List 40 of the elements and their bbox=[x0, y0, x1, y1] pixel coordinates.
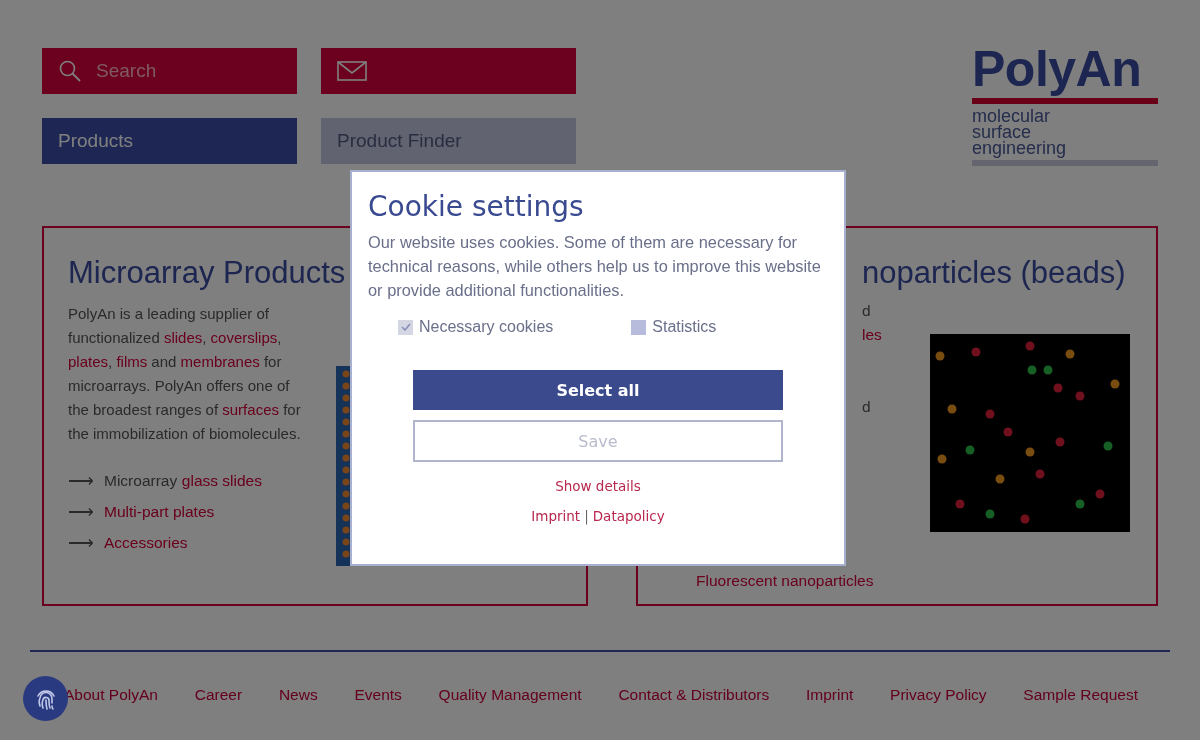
footer-link[interactable]: Contact & Distributors bbox=[618, 686, 770, 704]
card-title: Microarray Products bbox=[68, 254, 346, 292]
save-button[interactable]: Save bbox=[413, 420, 783, 462]
checkbox-label: Statistics bbox=[652, 318, 717, 336]
mail-button[interactable] bbox=[321, 48, 576, 94]
dialog-title: Cookie settings bbox=[368, 189, 585, 225]
product-link[interactable]: Fluorescent nanoparticles bbox=[696, 572, 874, 590]
footer-link[interactable]: Career bbox=[194, 686, 243, 704]
footer-link[interactable]: News bbox=[278, 686, 318, 704]
logo-tagline: molecular surface engineering bbox=[972, 105, 1067, 156]
arrow-icon: ⟶ bbox=[68, 532, 94, 554]
product-link[interactable]: Multi-part plates bbox=[104, 503, 215, 521]
logo-wordmark[interactable]: PolyAn bbox=[972, 42, 1142, 96]
footer-link[interactable]: Events bbox=[354, 686, 402, 704]
checkbox[interactable] bbox=[631, 319, 647, 335]
envelope-icon bbox=[337, 61, 367, 81]
arrow-icon: ⟶ bbox=[68, 470, 94, 492]
card-title: noparticles (beads) bbox=[862, 254, 1126, 292]
datapolicy-link[interactable]: Datapolicy bbox=[592, 508, 665, 524]
footer-link[interactable]: Quality Management bbox=[438, 686, 582, 704]
product-link[interactable]: Accessories bbox=[104, 534, 188, 552]
product-link[interactable]: Microarray glass slides bbox=[104, 472, 262, 490]
footer-link[interactable]: Imprint bbox=[805, 686, 854, 704]
footer-link[interactable]: Privacy Policy bbox=[890, 686, 987, 704]
arrow-icon: ⟶ bbox=[68, 501, 94, 523]
card-description: PolyAn is a leading supplier of functionalized slides, coverslips, plates, films and membranes for microarrays. PolyAn offers one of the broadest ranges of surfaces for the immobilization of biomolecules. bbox=[68, 304, 302, 444]
nav-tab[interactable]: Products bbox=[42, 118, 297, 164]
imprint-link[interactable]: Imprint bbox=[531, 508, 581, 524]
footer-link[interactable]: Sample Request bbox=[1023, 686, 1138, 704]
checkbox-label: Necessary cookies bbox=[419, 318, 554, 336]
separator: | bbox=[584, 508, 589, 524]
select-all-button[interactable]: Select all bbox=[413, 370, 783, 410]
dialog-text: Our website uses cookies. Some of them are necessary for technical reasons, while others help us to improve this website or provide additional functionalities. bbox=[368, 232, 822, 301]
text-fragment: les bbox=[862, 326, 882, 344]
search-icon bbox=[58, 59, 82, 83]
search-button[interactable]: Search bbox=[42, 48, 297, 94]
text-fragment: d bbox=[862, 302, 871, 320]
details-link[interactable]: Show details bbox=[555, 478, 641, 494]
fingerprint-button[interactable] bbox=[23, 676, 68, 721]
text-fragment: d bbox=[862, 398, 871, 416]
